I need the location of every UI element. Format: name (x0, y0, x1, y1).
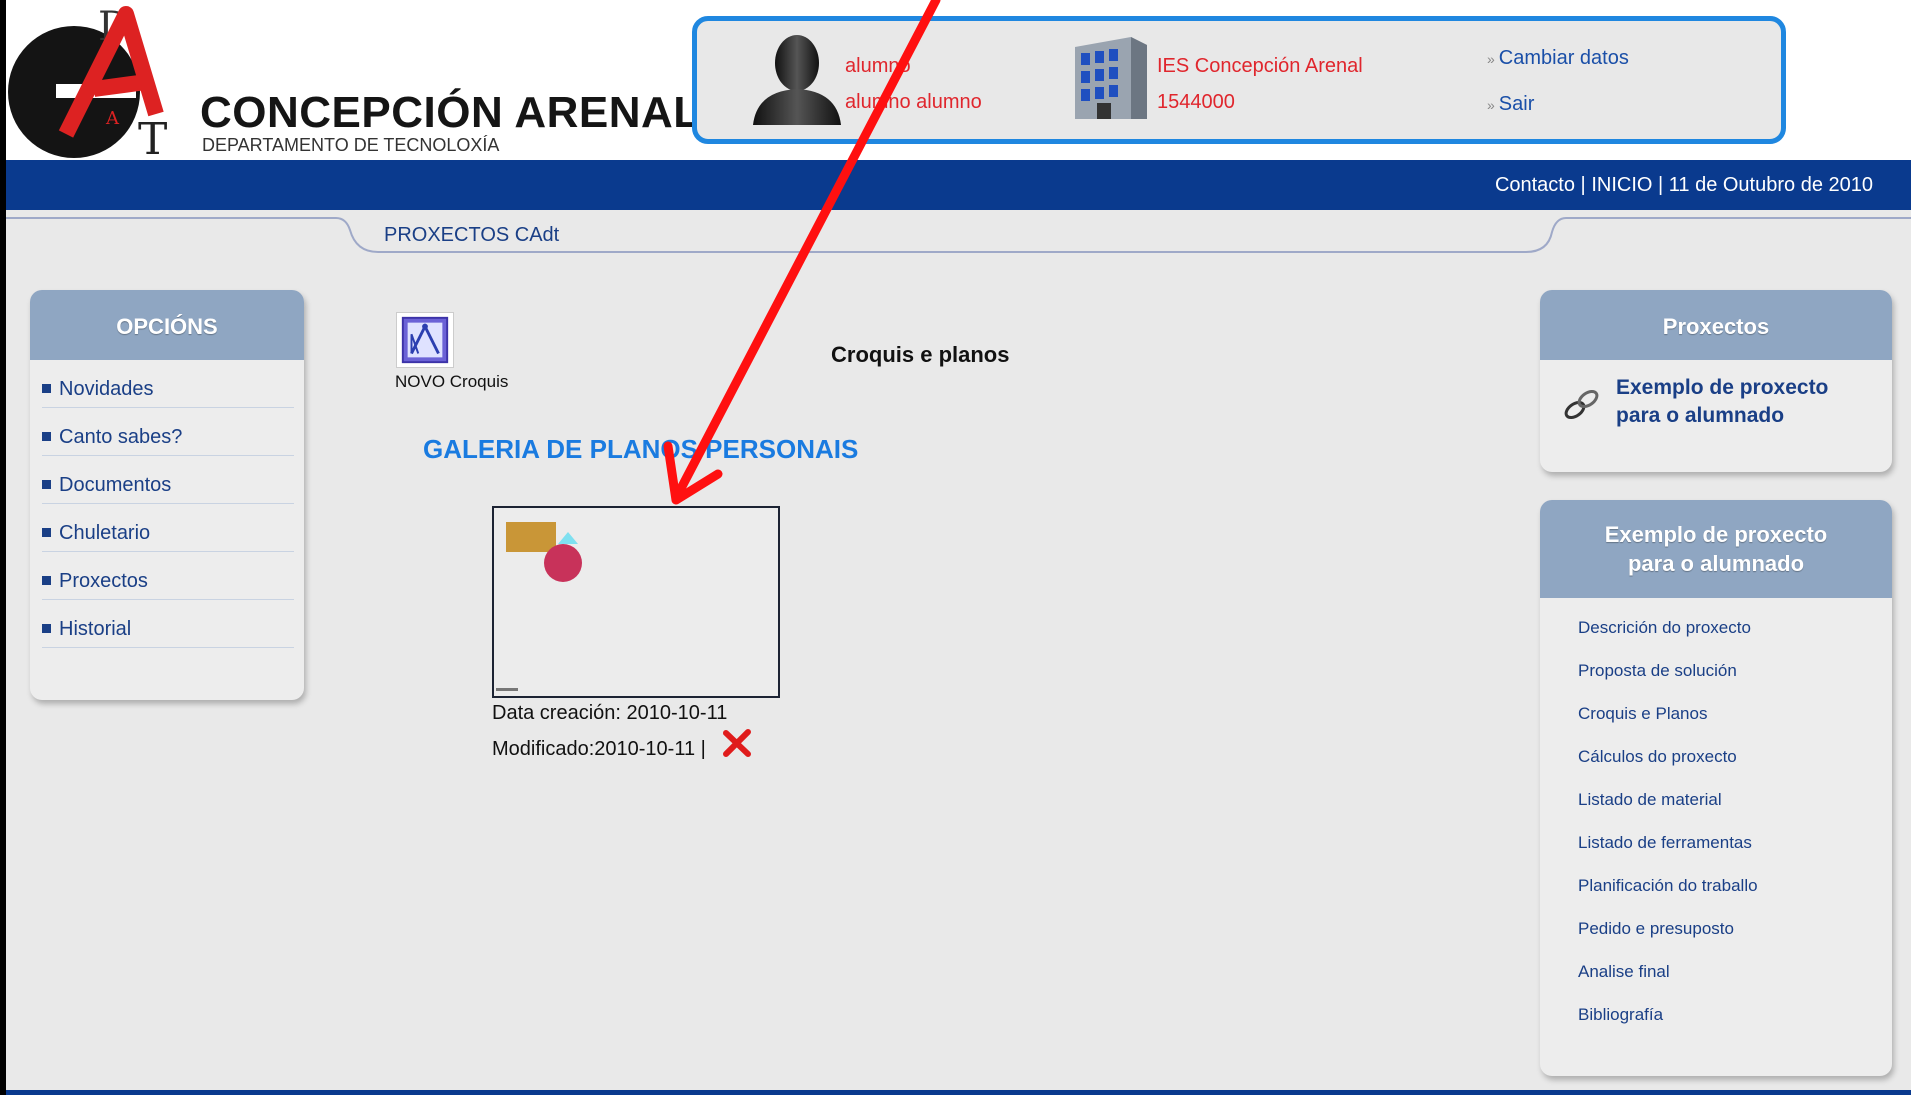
menu-item-novidades[interactable]: Novidades (42, 360, 294, 408)
menu-item-proxectos[interactable]: Proxectos (42, 552, 294, 600)
menu-item-historial[interactable]: Historial (42, 600, 294, 648)
bottom-border (6, 1090, 1911, 1095)
menu-item-canto-sabes[interactable]: Canto sabes? (42, 408, 294, 456)
square-bullet-icon (42, 624, 51, 633)
page: D T A CONCEPCIÓN ARENAL DEPARTAMENTO DE … (6, 0, 1911, 1095)
projects-panel: Proxectos Exemplo de proxecto para o alu… (1540, 290, 1892, 472)
sub-item-croquis[interactable]: Croquis e Planos (1578, 704, 1707, 724)
logout-link[interactable]: » Sair (1487, 93, 1534, 116)
menu-item-label: Proxectos (59, 570, 148, 592)
projects-panel-title: Proxectos (1540, 290, 1892, 360)
chevron-right-icon: » (1487, 97, 1495, 113)
change-data-label: Cambiar datos (1498, 47, 1629, 69)
menu-item-label: Documentos (59, 474, 172, 496)
menu-item-label: Historial (59, 618, 132, 640)
example-project-panel: Exemplo de proxecto para o alumnado Desc… (1540, 500, 1892, 1076)
menu-item-label: Chuletario (59, 522, 151, 544)
square-bullet-icon (42, 432, 51, 441)
sub-item-descricion[interactable]: Descrición do proxecto (1578, 618, 1751, 638)
delete-icon[interactable] (722, 728, 752, 758)
plan-preview-image (496, 522, 582, 691)
sub-item-pedido[interactable]: Pedido e presuposto (1578, 919, 1734, 939)
square-bullet-icon (42, 384, 51, 393)
school-name: IES Concepción Arenal (1157, 55, 1363, 77)
menu-item-label: Canto sabes? (59, 426, 183, 448)
sub-item-proposta[interactable]: Proposta de solución (1578, 661, 1737, 681)
sub-item-calculos[interactable]: Cálculos do proxecto (1578, 747, 1737, 767)
menu-item-documentos[interactable]: Documentos (42, 456, 294, 504)
gallery-title: GALERIA DE PLANOS PERSONAIS (423, 434, 859, 464)
menu-item-label: Novidades (59, 378, 154, 400)
user-name: alumno (845, 55, 911, 77)
menu-item-chuletario[interactable]: Chuletario (42, 504, 294, 552)
sub-item-ferramentas[interactable]: Listado de ferramentas (1578, 833, 1752, 853)
site-title: CONCEPCIÓN ARENAL (200, 88, 701, 137)
user-info-box: alumno alumno alumno IES Concepción Aren… (692, 16, 1786, 144)
sub-item-bibliografia[interactable]: Bibliografía (1578, 1005, 1663, 1025)
options-panel: OPCIÓNS Novidades Canto sabes? Documento… (30, 290, 304, 700)
options-panel-title: OPCIÓNS (30, 290, 304, 360)
logo-letter-t: T (138, 114, 167, 159)
top-nav-bar: Contacto | INICIO | 11 de Outubro de 201… (6, 160, 1911, 210)
contact-link[interactable]: Contacto (1495, 174, 1575, 196)
example-project-link[interactable]: Exemplo de proxecto para o alumnado (1616, 374, 1876, 430)
site-header: D T A CONCEPCIÓN ARENAL DEPARTAMENTO DE … (6, 0, 1911, 160)
section-tab-strip: PROXECTOS CAdt (6, 210, 1911, 260)
current-date: 11 de Outubro de 2010 (1668, 174, 1873, 196)
section-heading: Croquis e planos (831, 342, 1010, 367)
panel-title-line2: para o alumnado (1627, 551, 1805, 576)
cadt-logo-icon[interactable]: D T A (6, 4, 191, 159)
chevron-right-icon: » (1487, 51, 1495, 67)
tab-outline (6, 217, 1911, 253)
tab-proxectos-cadt[interactable]: PROXECTOS CAdt (384, 224, 559, 247)
school-code: 1544000 (1157, 91, 1235, 113)
chain-link-icon (1564, 389, 1599, 420)
user-avatar-icon (753, 35, 841, 125)
creation-date: Data creación: 2010-10-11 (492, 702, 728, 724)
sub-item-planificacion[interactable]: Planificación do traballo (1578, 876, 1758, 896)
school-building-icon (1075, 37, 1147, 119)
square-bullet-icon (42, 528, 51, 537)
new-sketch-icon[interactable] (396, 312, 454, 368)
nav-separator: | (1652, 174, 1669, 196)
top-nav-links: Contacto | INICIO | 11 de Outubro de 201… (1495, 174, 1873, 197)
home-link[interactable]: INICIO (1591, 174, 1652, 196)
change-data-link[interactable]: » Cambiar datos (1487, 47, 1629, 70)
panel-title-line1: Exemplo de proxecto (1604, 522, 1828, 547)
sub-item-material[interactable]: Listado de material (1578, 790, 1722, 810)
site-subtitle: DEPARTAMENTO DE TECNOLOXÍA (202, 135, 500, 155)
sub-item-analise[interactable]: Analise final (1578, 962, 1670, 982)
new-sketch-label[interactable]: NOVO Croquis (395, 372, 508, 392)
modified-date: Modificado:2010-10-11 | (492, 738, 706, 760)
logout-label: Sair (1498, 93, 1535, 115)
square-bullet-icon (42, 480, 51, 489)
nav-separator: | (1575, 174, 1592, 196)
plan-thumbnail[interactable] (492, 506, 780, 698)
square-bullet-icon (42, 576, 51, 585)
user-fullname: alumno alumno (845, 91, 982, 113)
example-project-panel-title: Exemplo de proxecto para o alumnado (1540, 500, 1892, 598)
logo-letter-a: A (105, 108, 120, 129)
